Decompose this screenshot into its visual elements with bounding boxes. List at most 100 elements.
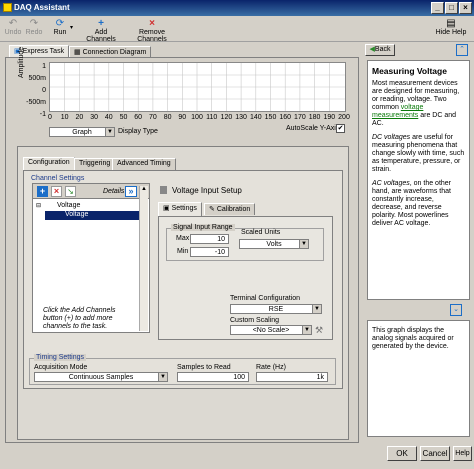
voltage-setup-title: Voltage Input Setup [172, 186, 242, 195]
help-paragraph-1: Most measurement devices are designed fo… [372, 80, 460, 127]
redo-icon: ↷ [29, 18, 39, 29]
app-icon [3, 3, 12, 12]
x-tick-label: 180 [308, 114, 321, 121]
x-tick-label: 20 [75, 114, 84, 121]
tab-settings[interactable]: ▣ Settings [158, 202, 202, 216]
calibration-icon: ✎ [209, 206, 215, 213]
voltage-setup-marker [160, 186, 167, 194]
tree-child-selected[interactable]: Voltage [45, 211, 139, 220]
chevron-down-icon: ▼ [302, 326, 311, 334]
x-tick-label: 120 [220, 114, 233, 121]
details-expand-button[interactable]: » [125, 186, 137, 197]
expand-down-icon[interactable]: ⌄ [450, 304, 462, 316]
x-tick-label: 150 [264, 114, 277, 121]
custom-scaling-label: Custom Scaling [230, 317, 280, 324]
channel-scrollbar[interactable]: ▲ [139, 186, 148, 331]
samples-to-read-label: Samples to Read [177, 364, 231, 371]
custom-scaling-select[interactable]: <No Scale> ▼ [230, 325, 312, 335]
add-channels-button[interactable]: + Add Channels [80, 18, 122, 43]
window-title: DAQ Assistant [14, 3, 70, 12]
help-title: Measuring Voltage [372, 66, 447, 76]
tab-calibration[interactable]: ✎ Calibration [204, 203, 256, 215]
x-tick-label: 200 [338, 114, 350, 121]
tree-collapse-icon[interactable]: ⊟ [36, 202, 41, 209]
help-icon: ▤ [446, 18, 456, 29]
autoscale-checkbox[interactable]: ✔ [336, 124, 345, 133]
max-label: Max [176, 235, 190, 242]
x-tick-label: 110 [206, 114, 218, 121]
run-icon: ⟳ [55, 18, 65, 29]
run-button[interactable]: ⟳ Run [50, 18, 70, 36]
x-tick-label: 170 [294, 114, 306, 121]
help-paragraph-3: AC voltages, on the other hand, are wave… [372, 180, 452, 227]
scroll-up-icon[interactable]: ▲ [141, 186, 147, 192]
x-tick-label: 10 [60, 114, 69, 121]
help-content: Measuring Voltage Most measurement devic… [367, 60, 470, 300]
maximize-button[interactable]: □ [445, 2, 458, 14]
x-tick-label: 130 [235, 114, 247, 121]
tree-root-voltage[interactable]: Voltage [57, 202, 80, 209]
max-input[interactable]: 10 [190, 234, 229, 244]
remove-channels-button[interactable]: × Remove Channels [125, 18, 179, 43]
remove-channel-icon[interactable]: × [51, 186, 62, 197]
rate-label: Rate (Hz) [256, 364, 286, 371]
samples-to-read-input[interactable]: 100 [177, 372, 249, 382]
tab-advanced-timing[interactable]: Advanced Timing [112, 158, 176, 170]
chevron-down-icon: ▼ [312, 305, 321, 313]
tab-triggering[interactable]: Triggering [74, 158, 116, 170]
x-tick-label: 30 [90, 114, 98, 121]
channel-settings-label: Channel Settings [31, 175, 85, 182]
close-button[interactable]: × [459, 2, 472, 14]
terminal-config-label: Terminal Configuration [230, 295, 301, 302]
plus-icon: + [98, 18, 104, 29]
x-tick-label: 190 [323, 114, 336, 121]
properties-icon[interactable]: ↘ [65, 186, 76, 197]
acq-mode-select[interactable]: Continuous Samples ▼ [34, 372, 168, 382]
settings-icon: ▣ [163, 205, 170, 212]
x-tick-label: 60 [134, 114, 143, 121]
min-label: Min [177, 248, 189, 255]
terminal-config-select[interactable]: RSE ▼ [230, 304, 322, 314]
x-tick-label: 0 [48, 114, 52, 121]
scaled-units-label: Scaled Units [241, 229, 281, 236]
chevron-down-icon: ▼ [105, 128, 114, 136]
minimize-button[interactable]: _ [431, 2, 444, 14]
redo-button[interactable]: ↷ Redo [25, 18, 43, 36]
collapse-up-icon[interactable]: ⌃ [456, 44, 468, 56]
title-bar: DAQ Assistant _ □ × [0, 0, 474, 16]
min-input[interactable]: -10 [190, 247, 229, 257]
help-paragraph-2: DC voltages are useful for measuring phe… [372, 134, 465, 173]
hide-help-button[interactable]: ▤ Hide Help [432, 18, 470, 36]
ok-button[interactable]: OK [387, 446, 417, 461]
x-tick-label: 70 [148, 114, 157, 121]
undo-icon: ↶ [8, 18, 18, 29]
display-type-label: Display Type [118, 128, 158, 135]
toolbar: ↶ Undo ↷ Redo ⟳ Run ▾ + Add Channels × R… [0, 16, 474, 43]
rate-input[interactable]: 1k [256, 372, 328, 382]
x-tick-label: 40 [104, 114, 113, 121]
scaled-units-select[interactable]: Volts ▼ [239, 239, 309, 249]
graph-plot-area[interactable] [49, 62, 346, 112]
graph-grid [50, 63, 345, 111]
x-tick-label: 100 [191, 114, 203, 121]
wrench-icon[interactable]: ⚒ [315, 325, 323, 336]
y-tick-label: 500m [28, 75, 46, 82]
add-channel-icon[interactable]: + [37, 186, 48, 197]
y-tick-label: -500m [26, 99, 46, 106]
x-tick-label: 90 [178, 114, 187, 121]
display-type-select[interactable]: Graph ▼ [49, 127, 115, 137]
help-context-box: This graph displays the analog signals a… [367, 320, 470, 437]
undo-button[interactable]: ↶ Undo [4, 18, 22, 36]
y-axis-label: Amplitude [18, 46, 25, 78]
channel-hint: Click the Add Channels button (+) to add… [43, 307, 116, 330]
cancel-button[interactable]: Cancel [420, 446, 450, 461]
chevron-down-icon: ▼ [158, 373, 167, 381]
tab-configuration[interactable]: Configuration [23, 157, 75, 170]
x-tick-label: 50 [119, 114, 128, 121]
back-button[interactable]: ◀Back [365, 44, 395, 56]
help-button[interactable]: Help [453, 446, 472, 461]
run-dropdown-icon[interactable]: ▾ [70, 24, 73, 31]
x-tick-label: 160 [279, 114, 292, 121]
diagram-icon: ▦ [74, 49, 81, 56]
tree-child-voltage: Voltage [65, 211, 89, 218]
